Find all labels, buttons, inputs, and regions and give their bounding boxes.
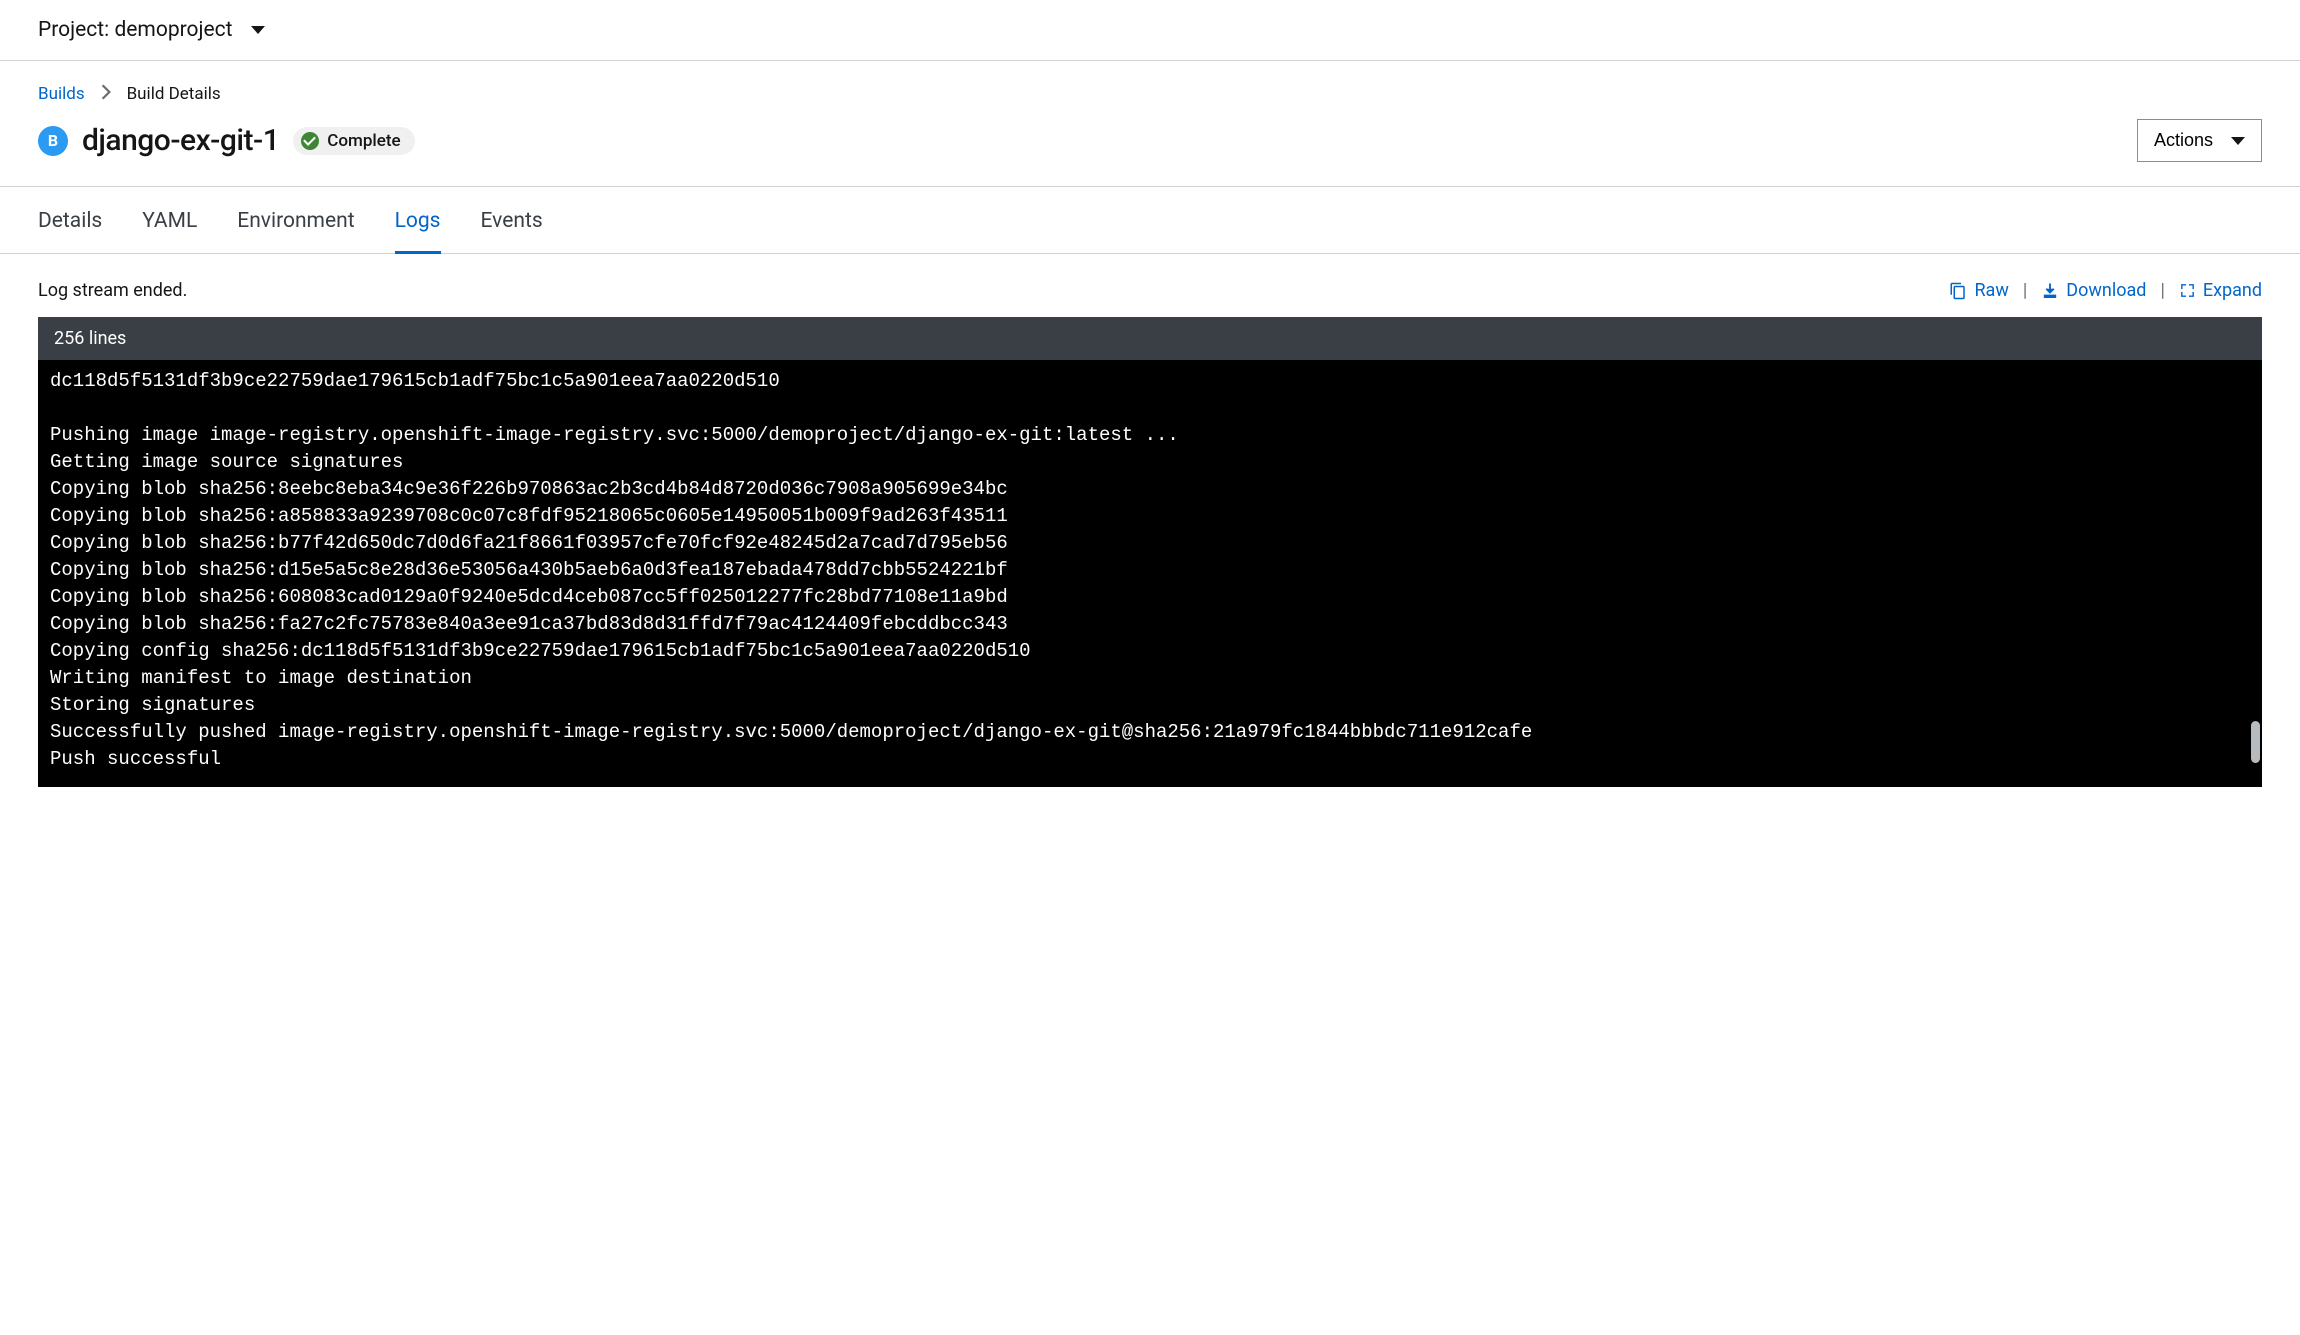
breadcrumb-builds-link[interactable]: Builds	[38, 84, 85, 104]
log-actions: Raw | Download | Expand	[1949, 280, 2262, 301]
title-row: B django-ex-git-1 Complete Actions	[0, 105, 2300, 187]
page-title: django-ex-git-1	[82, 123, 279, 158]
separator: |	[2023, 280, 2027, 301]
actions-dropdown[interactable]: Actions	[2137, 119, 2262, 162]
download-label: Download	[2066, 280, 2146, 301]
tab-logs[interactable]: Logs	[395, 187, 441, 254]
tab-environment[interactable]: Environment	[237, 187, 354, 254]
title-left: B django-ex-git-1 Complete	[38, 123, 415, 158]
scrollbar-vertical[interactable]	[2251, 721, 2260, 763]
tabs: Details YAML Environment Logs Events	[0, 187, 2300, 254]
log-toolbar: Log stream ended. Raw | Download | Expan…	[0, 254, 2300, 317]
status-text: Complete	[327, 131, 400, 151]
actions-label: Actions	[2154, 130, 2213, 151]
check-circle-icon	[301, 132, 319, 150]
raw-label: Raw	[1974, 280, 2008, 301]
log-wrap: dc118d5f5131df3b9ce22759dae179615cb1adf7…	[38, 360, 2262, 787]
breadcrumb: Builds Build Details	[0, 61, 2300, 105]
project-header: Project: demoproject	[0, 0, 2300, 61]
caret-down-icon	[251, 26, 265, 34]
project-label: Project: demoproject	[38, 18, 233, 42]
expand-label: Expand	[2203, 280, 2262, 301]
project-selector[interactable]: Project: demoproject	[38, 18, 265, 42]
copy-icon	[1949, 282, 1967, 300]
raw-button[interactable]: Raw	[1949, 280, 2008, 301]
log-output[interactable]: dc118d5f5131df3b9ce22759dae179615cb1adf7…	[38, 360, 2262, 787]
breadcrumb-current: Build Details	[127, 84, 221, 104]
separator: |	[2160, 280, 2164, 301]
log-line-count: 256 lines	[38, 317, 2262, 360]
download-button[interactable]: Download	[2041, 280, 2146, 301]
chevron-right-icon	[97, 83, 115, 105]
caret-down-icon	[2231, 137, 2245, 145]
tab-events[interactable]: Events	[481, 187, 543, 254]
build-icon: B	[38, 126, 68, 156]
log-stream-status: Log stream ended.	[38, 280, 187, 301]
expand-button[interactable]: Expand	[2179, 280, 2262, 301]
tab-yaml[interactable]: YAML	[142, 187, 197, 254]
log-container: 256 lines dc118d5f5131df3b9ce22759dae179…	[0, 317, 2300, 807]
download-icon	[2041, 282, 2059, 300]
tab-details[interactable]: Details	[38, 187, 102, 254]
status-badge: Complete	[293, 127, 414, 155]
expand-icon	[2179, 282, 2196, 299]
